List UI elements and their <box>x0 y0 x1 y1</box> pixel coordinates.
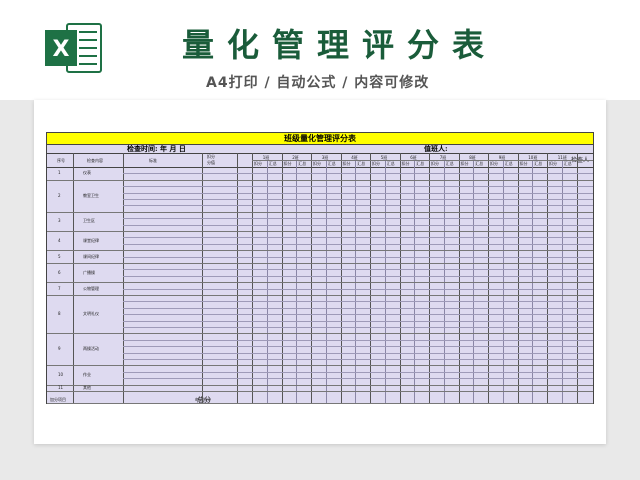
day-sub-b: 汇总 <box>563 161 572 166</box>
row-line <box>123 301 593 303</box>
day-sub-b: 汇总 <box>534 161 543 166</box>
day-sub-b: 汇总 <box>445 161 454 166</box>
group-line <box>47 333 593 335</box>
day-sub-a: 扣分 <box>490 161 498 166</box>
day-sub-b: 汇总 <box>416 161 425 166</box>
row-line <box>123 224 593 226</box>
group-number: 5 <box>58 253 61 259</box>
extra-row-note: 每项扣分 <box>195 397 211 402</box>
group-name: 作业 <box>83 372 91 377</box>
group-line <box>47 263 593 264</box>
col-score: 分值 <box>207 160 215 165</box>
group-name: 文明礼仪 <box>83 311 99 317</box>
col-no: 序号 <box>57 158 65 163</box>
col-item: 检查内容 <box>87 158 103 163</box>
page-subtitle: A4打印 / 自动公式 / 内容可修改 <box>206 75 430 91</box>
group-name: 课堂纪律 <box>83 237 99 243</box>
row-line <box>123 173 593 175</box>
row-line <box>123 205 593 207</box>
day-sub-a: 扣分 <box>549 161 557 166</box>
extra-row-label: 加分项目 <box>50 397 66 402</box>
row-line <box>123 352 593 354</box>
day-sub-b: 汇总 <box>475 161 484 166</box>
group-number: 11 <box>58 384 64 390</box>
group-name: 教室卫生 <box>83 192 99 198</box>
row-line <box>123 275 593 277</box>
day-sub-a: 扣分 <box>519 161 528 166</box>
group-number: 1 <box>58 170 61 176</box>
row-line <box>123 243 593 245</box>
col-std: 标准 <box>149 158 157 163</box>
row-line <box>123 256 593 258</box>
row-line <box>123 359 593 360</box>
group-name: 仪表 <box>83 170 91 176</box>
group-name: 两操活动 <box>83 346 99 352</box>
row-line <box>123 339 593 341</box>
day-sub-b: 汇总 <box>386 161 395 166</box>
excel-icon: X <box>45 23 102 73</box>
day-sub-b: 汇总 <box>268 161 277 166</box>
preview-stage: 班级量化管理评分表 检查时间: 年 月 日 值班人: 序号 检查内容 标准 扣分… <box>0 100 640 480</box>
day-sub-b: 汇总 <box>327 161 336 166</box>
row-line <box>123 346 593 348</box>
duty-person: 值班人: <box>424 144 448 153</box>
group-name: 广播操 <box>83 269 95 275</box>
row-line <box>123 186 593 188</box>
group-name: 公物管理 <box>83 285 99 291</box>
group-number: 10 <box>58 372 64 377</box>
group-number: 4 <box>58 237 61 243</box>
bottom-line <box>47 403 593 404</box>
group-number: 8 <box>58 311 61 317</box>
row-line <box>123 269 593 271</box>
group-line <box>47 365 593 367</box>
day-sub-a: 扣分 <box>372 161 380 166</box>
row-line <box>123 314 593 316</box>
day-sub-a: 扣分 <box>342 161 351 166</box>
row-line <box>123 371 593 373</box>
row-line <box>123 199 593 200</box>
group-line <box>47 282 593 284</box>
group-line <box>47 231 593 232</box>
page-title: 量化管理评分表 <box>182 26 498 64</box>
group-line <box>47 211 593 213</box>
row-line <box>123 288 593 290</box>
row-line <box>123 237 593 239</box>
day-sub-a: 扣分 <box>254 161 262 166</box>
group-name: 卫生区 <box>83 218 95 224</box>
group-line <box>47 179 593 181</box>
day-header-line <box>252 160 593 161</box>
group-number: 2 <box>58 192 61 198</box>
day-sub-a: 扣分 <box>431 161 439 166</box>
group-line <box>47 384 593 386</box>
check-time: 检查时间: 年 月 日 <box>127 144 186 153</box>
day-sub-b: 汇总 <box>357 161 366 166</box>
spreadsheet-preview: 班级量化管理评分表 检查时间: 年 月 日 值班人: 序号 检查内容 标准 扣分… <box>34 100 606 444</box>
group-line <box>47 295 593 296</box>
row-line <box>123 378 593 380</box>
row-line <box>123 327 593 328</box>
group-number: 3 <box>58 218 61 224</box>
group-number: 9 <box>58 346 61 352</box>
svg-text:X: X <box>53 37 70 62</box>
day-sub-a: 扣分 <box>283 161 292 166</box>
score-table: 班级量化管理评分表 检查时间: 年 月 日 值班人: 序号 检查内容 标准 扣分… <box>46 132 594 404</box>
row-line <box>123 320 593 322</box>
day-sub-a: 扣分 <box>460 161 469 166</box>
row-line <box>123 307 593 309</box>
col-project: 扣分 <box>207 154 215 159</box>
day-sub-a: 扣分 <box>401 161 410 166</box>
day-sub-a: 扣分 <box>313 161 321 166</box>
day-sub-b: 汇总 <box>504 161 513 166</box>
group-line <box>47 391 593 392</box>
group-name: 课间纪律 <box>83 253 99 259</box>
group-number: 6 <box>58 269 61 275</box>
day-sub-b: 汇总 <box>298 161 307 166</box>
group-line <box>47 250 593 252</box>
page-header: X 量化管理评分表 A4打印 / 自动公式 / 内容可修改 <box>0 0 640 100</box>
group-name: 其他 <box>83 384 91 390</box>
row-line <box>123 192 593 194</box>
group-number: 7 <box>58 285 61 291</box>
row-line <box>123 218 593 220</box>
